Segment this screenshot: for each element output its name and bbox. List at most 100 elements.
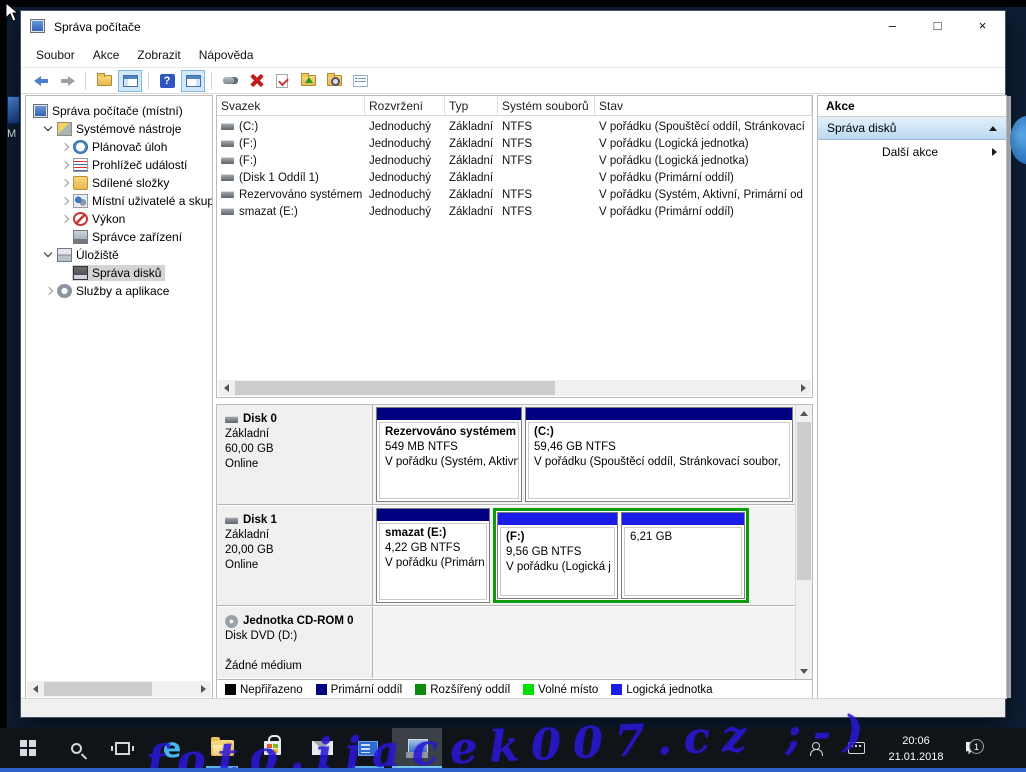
column-header-rozvrzeni[interactable]: Rozvržení (365, 96, 445, 115)
scrollbar-thumb[interactable] (44, 682, 152, 696)
collapse-icon[interactable] (989, 126, 997, 131)
scroll-left-button[interactable] (27, 681, 43, 697)
chevron-collapsed-icon[interactable] (58, 159, 72, 171)
toggle-action-pane-button[interactable] (181, 70, 205, 92)
mail-button[interactable] (300, 728, 344, 768)
column-header-svazek[interactable]: Svazek (217, 96, 365, 115)
scrollbar-thumb[interactable] (797, 422, 811, 580)
chevron-collapsed-icon[interactable] (58, 141, 72, 153)
partition-smazat-e[interactable]: smazat (E:) 4,22 GB NTFS V pořádku (Prim… (376, 508, 490, 603)
tray-user-button[interactable] (800, 728, 830, 768)
export-button[interactable] (92, 70, 116, 92)
tree-item-storage[interactable]: Úložiště (26, 246, 212, 264)
column-header-stav[interactable]: Stav (595, 96, 812, 115)
scroll-up-button[interactable] (796, 405, 812, 421)
scroll-right-button[interactable] (795, 380, 811, 396)
tray-date-text: 21.01.2018 (880, 749, 952, 765)
partition-f[interactable]: (F:) 9,56 GB NTFS V pořádku (Logická j (497, 512, 618, 599)
tree-item-shared-folders[interactable]: Sdílené složky (26, 174, 212, 192)
tree-item-task-scheduler[interactable]: Plánovač úloh (26, 138, 212, 156)
tree-item-device-manager[interactable]: Správce zařízení (26, 228, 212, 246)
chevron-collapsed-icon[interactable] (42, 285, 56, 297)
actions-section-disk-management[interactable]: Správa disků (818, 117, 1006, 140)
disk-properties-button[interactable] (218, 70, 242, 92)
tree-item-disk-management[interactable]: Správa disků (26, 264, 212, 282)
tree-item-services-apps[interactable]: Služby a aplikace (26, 282, 212, 300)
search-button[interactable] (56, 728, 96, 768)
notification-center-button[interactable]: 1 (952, 728, 996, 768)
mmc-app-button[interactable] (346, 728, 390, 768)
edge-button[interactable]: e (150, 728, 194, 768)
help-button[interactable]: ? (155, 70, 179, 92)
disk-size: 20,00 GB (225, 543, 364, 558)
more-actions-item[interactable]: Další akce (818, 140, 1006, 164)
tree-item-performance[interactable]: Výkon (26, 210, 212, 228)
menu-napoveda[interactable]: Nápověda (190, 43, 263, 67)
menu-soubor[interactable]: Soubor (27, 43, 84, 67)
start-button[interactable] (8, 728, 48, 768)
shared-folders-icon (73, 176, 88, 190)
performance-icon (73, 212, 88, 226)
volume-row[interactable]: (C:) JednoduchýZákladní NTFSV pořádku (S… (217, 118, 812, 135)
chevron-expanded-icon[interactable] (42, 249, 56, 261)
volume-row[interactable]: smazat (E:) JednoduchýZákladní NTFSV poř… (217, 203, 812, 220)
menu-akce[interactable]: Akce (84, 43, 129, 67)
file-explorer-button[interactable] (200, 728, 244, 768)
disk-size: 60,00 GB (225, 442, 364, 457)
scroll-left-button[interactable] (218, 380, 234, 396)
legend-unallocated: Nepřiřazeno (225, 684, 303, 696)
desktop-icon[interactable] (7, 96, 20, 124)
column-header-typ[interactable]: Typ (445, 96, 498, 115)
close-button[interactable]: × (960, 11, 1005, 41)
store-button[interactable] (250, 728, 294, 768)
volume-row[interactable]: Rezervováno systémem JednoduchýZákladní … (217, 186, 812, 203)
tree-item-computer-management[interactable]: Správa počítače (místní) (26, 102, 212, 120)
back-button[interactable] (29, 70, 53, 92)
view-options-button[interactable] (348, 70, 372, 92)
toggle-console-tree-button[interactable] (118, 70, 142, 92)
column-header-fs[interactable]: Systém souborů (498, 96, 595, 115)
tree-item-label: Místní uživatelé a skupin (92, 194, 213, 208)
chevron-expanded-icon[interactable] (42, 123, 56, 135)
tree-horizontal-scrollbar[interactable] (27, 681, 211, 697)
computer-management-taskbar-button[interactable] (392, 728, 442, 768)
maximize-button[interactable]: □ (915, 11, 960, 41)
volume-list-horizontal-scrollbar[interactable] (218, 380, 811, 396)
volume-row[interactable]: (Disk 1 Oddíl 1) JednoduchýZákladní V po… (217, 169, 812, 186)
partition-c[interactable]: (C:) 59,46 GB NTFS V pořádku (Spouštěcí … (525, 407, 793, 502)
partition-system-reserved[interactable]: Rezervováno systémem 549 MB NTFS V pořád… (376, 407, 522, 502)
volume-row[interactable]: (F:) JednoduchýZákladní NTFSV pořádku (L… (217, 135, 812, 152)
task-view-button[interactable] (102, 728, 142, 768)
folder-up-button[interactable] (296, 70, 320, 92)
scroll-down-button[interactable] (796, 663, 812, 679)
scroll-right-button[interactable] (195, 681, 211, 697)
folder-search-button[interactable] (322, 70, 346, 92)
disk-view-vertical-scrollbar[interactable] (795, 405, 812, 679)
chevron-collapsed-icon[interactable] (58, 177, 72, 189)
disk0-label[interactable]: Disk 0 Základní 60,00 GB Online (217, 405, 373, 504)
folder-up-icon (301, 75, 316, 86)
partition-type-bar (377, 509, 489, 521)
cdrom-label[interactable]: Jednotka CD-ROM 0 Disk DVD (D:) Žádné mé… (217, 607, 373, 678)
delete-volume-button[interactable] (244, 70, 268, 92)
scrollbar-thumb[interactable] (235, 381, 555, 395)
tree-item-system-tools[interactable]: Systémové nástroje (26, 120, 212, 138)
tree-item-local-users[interactable]: Místní uživatelé a skupin (26, 192, 212, 210)
tray-keyboard-button[interactable] (840, 728, 872, 768)
forward-button[interactable] (55, 70, 79, 92)
disk1-label[interactable]: Disk 1 Základní 20,00 GB Online (217, 506, 373, 605)
tree-item-event-viewer[interactable]: Prohlížeč událostí (26, 156, 212, 174)
chevron-collapsed-icon[interactable] (58, 213, 72, 225)
legend-swatch (316, 684, 327, 695)
tools-icon (57, 122, 72, 136)
clock[interactable]: 20:06 21.01.2018 (880, 733, 952, 765)
folder-search-icon (327, 75, 342, 86)
minimize-button[interactable]: – (870, 11, 915, 41)
title-bar[interactable]: Správa počítače – □ × (21, 11, 1005, 43)
partition-logical-6gb[interactable]: 6,21 GB (621, 512, 745, 599)
toolbar-separator (148, 72, 149, 90)
check-task-button[interactable] (270, 70, 294, 92)
chevron-collapsed-icon[interactable] (58, 195, 72, 207)
volume-row[interactable]: (F:) JednoduchýZákladní NTFSV pořádku (L… (217, 152, 812, 169)
menu-zobrazit[interactable]: Zobrazit (128, 43, 189, 67)
